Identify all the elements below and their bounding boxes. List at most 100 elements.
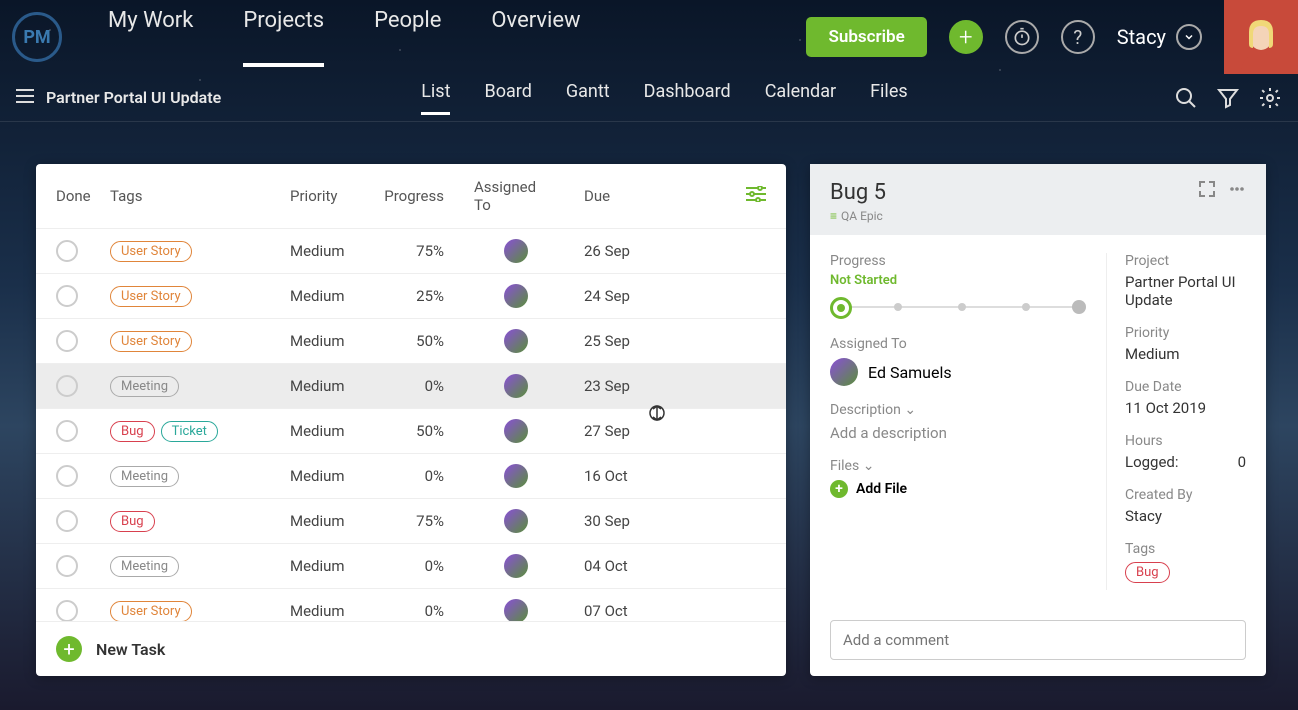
logged-value: 0 (1238, 453, 1246, 471)
main-nav: My Work Projects People Overview (108, 8, 581, 67)
assignee-avatar[interactable] (504, 509, 528, 533)
assignee-avatar[interactable] (504, 419, 528, 443)
search-icon[interactable] (1174, 86, 1198, 110)
tags-label: Tags (1125, 541, 1246, 557)
table-row[interactable]: User Story Medium 75% 26 Sep (36, 229, 786, 274)
progress-slider[interactable] (830, 294, 1086, 320)
col-progress[interactable]: Progress (374, 187, 444, 205)
tag-badge[interactable]: Meeting (110, 466, 179, 487)
tag-badge[interactable]: Bug (110, 421, 155, 442)
user-menu[interactable]: Stacy (1117, 24, 1202, 50)
due-label: Due Date (1125, 379, 1246, 395)
app-logo[interactable]: PM (12, 12, 62, 62)
tag-badge[interactable]: User Story (110, 241, 192, 262)
assignee-avatar[interactable] (504, 239, 528, 263)
help-icon[interactable]: ? (1061, 20, 1095, 54)
topbar: PM My Work Projects People Overview Subs… (0, 0, 1298, 74)
avatar[interactable] (1224, 0, 1298, 74)
assignee-avatar[interactable] (504, 374, 528, 398)
files-label[interactable]: Files ⌄ (830, 458, 1086, 474)
tag-badge[interactable]: Ticket (161, 421, 218, 442)
progress-cell: 0% (374, 602, 444, 620)
done-checkbox[interactable] (56, 465, 78, 487)
assignee-avatar[interactable] (504, 599, 528, 621)
project-bar: Partner Portal UI Update List Board Gant… (0, 74, 1298, 122)
done-checkbox[interactable] (56, 510, 78, 532)
assignee-avatar[interactable] (504, 554, 528, 578)
detail-body: Progress Not Started Assigned To Ed Samu… (810, 235, 1266, 608)
tag-badge[interactable]: User Story (110, 331, 192, 352)
priority-cell: Medium (290, 467, 374, 485)
task-list-panel: Done Tags Priority Progress Assigned To … (36, 164, 786, 676)
done-checkbox[interactable] (56, 240, 78, 262)
assignee-avatar[interactable] (504, 464, 528, 488)
table-row[interactable]: Meeting Medium 0% 16 Oct (36, 454, 786, 499)
expand-icon[interactable] (1198, 180, 1216, 202)
assignee-avatar[interactable] (504, 284, 528, 308)
assignee-avatar[interactable] (504, 329, 528, 353)
description-label[interactable]: Description ⌄ (830, 402, 1086, 418)
subscribe-button[interactable]: Subscribe (806, 17, 926, 57)
tab-files[interactable]: Files (870, 81, 908, 115)
created-label: Created By (1125, 487, 1246, 503)
tab-board[interactable]: Board (484, 81, 531, 115)
nav-overview[interactable]: Overview (491, 8, 580, 67)
nav-mywork[interactable]: My Work (108, 8, 193, 67)
table-row[interactable]: Meeting Medium 0% 23 Sep (36, 364, 786, 409)
detail-epic[interactable]: ≡QA Epic (830, 209, 886, 223)
col-tags[interactable]: Tags (110, 187, 290, 205)
tab-list[interactable]: List (421, 81, 450, 115)
table-row[interactable]: User Story Medium 50% 25 Sep (36, 319, 786, 364)
col-priority[interactable]: Priority (290, 187, 374, 205)
tab-gantt[interactable]: Gantt (566, 81, 610, 115)
assignee-avatar (830, 358, 858, 386)
due-cell: 07 Oct (554, 602, 664, 620)
done-checkbox[interactable] (56, 285, 78, 307)
table-row[interactable]: User Story Medium 0% 07 Oct (36, 589, 786, 621)
add-button[interactable]: + (949, 20, 983, 54)
done-checkbox[interactable] (56, 330, 78, 352)
tab-dashboard[interactable]: Dashboard (644, 81, 731, 115)
done-checkbox[interactable] (56, 420, 78, 442)
tag-badge[interactable]: User Story (110, 286, 192, 307)
priority-value[interactable]: Medium (1125, 345, 1246, 363)
logged-label: Logged: (1125, 453, 1179, 471)
tag-badge[interactable]: Bug (110, 511, 155, 532)
tag-badge[interactable]: User Story (110, 601, 192, 622)
col-due[interactable]: Due (554, 187, 664, 205)
table-row[interactable]: Bug Medium 75% 30 Sep (36, 499, 786, 544)
col-assigned[interactable]: Assigned To (444, 178, 554, 214)
hours-label: Hours (1125, 433, 1246, 449)
column-settings-icon[interactable] (746, 186, 766, 206)
nav-people[interactable]: People (374, 8, 441, 67)
table-row[interactable]: BugTicket Medium 50% 27 Sep (36, 409, 786, 454)
nav-projects[interactable]: Projects (243, 8, 324, 67)
tag-badge[interactable]: Meeting (110, 376, 179, 397)
timer-icon[interactable] (1005, 20, 1039, 54)
done-checkbox[interactable] (56, 375, 78, 397)
view-tabs: List Board Gantt Dashboard Calendar File… (421, 81, 907, 115)
description-placeholder[interactable]: Add a description (830, 424, 1086, 442)
gear-icon[interactable] (1258, 86, 1282, 110)
add-file-label: Add File (856, 481, 907, 497)
due-value[interactable]: 11 Oct 2019 (1125, 399, 1246, 417)
done-checkbox[interactable] (56, 600, 78, 621)
add-file-button[interactable]: +Add File (830, 480, 1086, 498)
due-cell: 26 Sep (554, 242, 664, 260)
priority-cell: Medium (290, 557, 374, 575)
detail-tag[interactable]: Bug (1125, 562, 1170, 583)
menu-icon[interactable] (16, 88, 34, 107)
progress-cell: 0% (374, 467, 444, 485)
new-task-row[interactable]: + New Task (36, 621, 786, 676)
done-checkbox[interactable] (56, 555, 78, 577)
chevron-down-icon: ⌄ (904, 402, 916, 418)
table-row[interactable]: Meeting Medium 0% 04 Oct (36, 544, 786, 589)
filter-icon[interactable] (1216, 86, 1240, 110)
tab-calendar[interactable]: Calendar (765, 81, 836, 115)
tag-badge[interactable]: Meeting (110, 556, 179, 577)
comment-input[interactable] (830, 620, 1246, 660)
more-icon[interactable] (1228, 180, 1246, 202)
assigned-user[interactable]: Ed Samuels (830, 358, 1086, 386)
col-done[interactable]: Done (56, 187, 110, 205)
table-row[interactable]: User Story Medium 25% 24 Sep (36, 274, 786, 319)
